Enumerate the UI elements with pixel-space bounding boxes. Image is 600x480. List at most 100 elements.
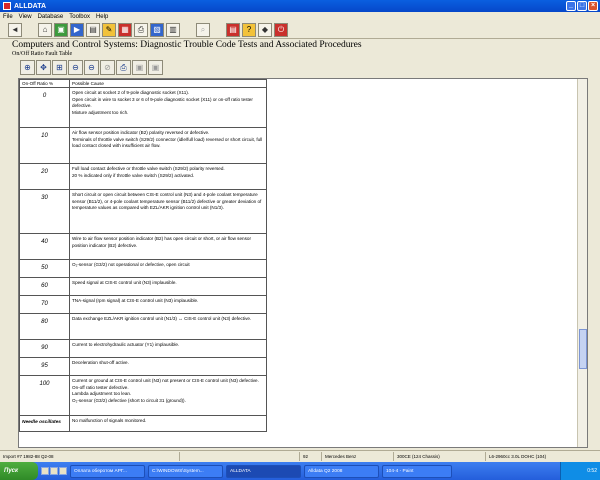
maximize-button[interactable]: □	[577, 1, 587, 11]
explorer-icon[interactable]	[59, 467, 67, 475]
exit-icon[interactable]: ⏻	[274, 23, 288, 37]
task-item-4[interactable]: 104-4 - Paint	[382, 464, 452, 478]
zoom-out-icon[interactable]: ⊖	[68, 60, 83, 75]
table-row: 95 Deceleration shut-off active.	[19, 357, 267, 376]
header-cause: Possible Cause	[69, 79, 267, 88]
ratio-cell: 10	[19, 127, 70, 164]
desktop-icon[interactable]	[41, 467, 49, 475]
status-year: 92	[300, 451, 322, 461]
document-toolbar: ⊕ ✥ ⊞ ⊖ ⊖ ⊘ ⎙ ▣ ▣	[20, 60, 163, 76]
copy-icon[interactable]: ▣	[132, 60, 147, 75]
clock: 0:52	[587, 468, 597, 474]
estimate-icon[interactable]: ▤	[226, 23, 240, 37]
task-item-0[interactable]: Оплата оберотом АРГ...	[70, 464, 145, 478]
start-button[interactable]: Пуск	[0, 462, 38, 480]
ratio-cell: 20	[19, 163, 70, 190]
cause-line: Data exchange EZL/AKR ignition control u…	[72, 316, 252, 321]
task-item-alldata[interactable]: ALLDATA	[226, 464, 301, 478]
table-row: 40 Wire to air flow sensor position indic…	[19, 233, 267, 260]
cause-cell: Short circuit or open circuit between CI…	[69, 189, 267, 234]
book-icon[interactable]: ▦	[118, 23, 132, 37]
table-row: 10 Air flow sensor position indicator (B2…	[19, 127, 267, 164]
table-icon[interactable]: ▥	[166, 23, 180, 37]
menu-database[interactable]: Database	[38, 14, 64, 20]
zoom-in-icon[interactable]: ⊕	[20, 60, 35, 75]
document-view[interactable]: On-Off Ratio % Possible Cause 0 Open circ…	[18, 78, 588, 448]
cause-line: No malfunction of signals monitored.	[72, 418, 147, 423]
status-make: Mercedes Benz	[322, 451, 394, 461]
table-row: 50 O₂-sensor (G3/2) not operational or de…	[19, 259, 267, 278]
page-header: Computers and Control Systems: Diagnosti…	[12, 40, 592, 57]
save-icon[interactable]: ▣	[148, 60, 163, 75]
fault-table: On-Off Ratio % Possible Cause 0 Open circ…	[19, 79, 267, 432]
ratio-cell: 50	[19, 259, 70, 278]
ratio-cell: 30	[19, 189, 70, 234]
menu-view[interactable]: View	[19, 14, 32, 20]
status-database: Import #7 1982-88 Q2-08	[0, 451, 180, 461]
zoom-window-icon[interactable]: ⊞	[52, 60, 67, 75]
status-bar: Import #7 1982-88 Q2-08 92 Mercedes Benz…	[0, 450, 600, 461]
scroll-thumb[interactable]	[579, 329, 587, 369]
title-bar[interactable]: ALLDATA _ □ ×	[0, 0, 600, 12]
back-icon[interactable]: ◄	[8, 23, 22, 37]
menu-file[interactable]: File	[3, 14, 13, 20]
task-item-3[interactable]: Alldata Q2 2008	[304, 464, 379, 478]
table-row: 100 Current or ground at CIS-E control un…	[19, 375, 267, 416]
home-icon[interactable]: ⌂	[38, 23, 52, 37]
task-item-1[interactable]: C:\WINDOWS\System...	[148, 464, 223, 478]
zoom-fit-icon[interactable]: ⊖	[84, 60, 99, 75]
cause-line: Current to electrohydraulic actuator (Y1…	[72, 342, 180, 347]
cause-line: Current or ground at CIS-E control unit …	[72, 378, 259, 383]
notes-icon[interactable]: ✎	[102, 23, 116, 37]
vehicle-icon[interactable]: ▣	[54, 23, 68, 37]
menu-bar: File View Database Toolbox Help	[0, 12, 600, 22]
cause-line: Wire to air flow sensor position indicat…	[72, 236, 251, 248]
page-title: Computers and Control Systems: Diagnosti…	[12, 40, 362, 50]
minimize-button[interactable]: _	[566, 1, 576, 11]
print-icon[interactable]: ⎙	[134, 23, 148, 37]
cause-line: Open circuit in wire to socket 3 or 6 of…	[72, 96, 253, 109]
tools-icon[interactable]: ◆	[258, 23, 272, 37]
cause-line: Mixture adjustment too rich.	[72, 109, 129, 115]
table-row: 30 Short circuit or open circuit between …	[19, 189, 267, 234]
cause-cell: Deceleration shut-off active.	[69, 357, 267, 376]
table-row: 80 Data exchange EZL/AKR ignition control…	[19, 313, 267, 340]
main-toolbar: ◄ ⌂ ▣ ▶ ▤ ✎ ▦ ⎙ ▧ ▥ ⌕ ▤ ? ◆ ⏻	[0, 22, 600, 39]
list-icon[interactable]: ▤	[86, 23, 100, 37]
table-row: 70 TNA-signal (rpm signal) at CIS-E contr…	[19, 295, 267, 314]
menu-help[interactable]: Help	[96, 14, 108, 20]
ratio-cell: 40	[19, 233, 70, 260]
page-subtitle: On/Off Ratio Fault Table	[12, 51, 73, 57]
pan-icon[interactable]: ✥	[36, 60, 51, 75]
ratio-cell: 90	[19, 339, 70, 358]
cause-line: O₂-sensor (G3/2) defective (short to cir…	[72, 397, 186, 403]
cause-cell: Current to electrohydraulic actuator (Y1…	[69, 339, 267, 358]
cause-cell: TNA-signal (rpm signal) at CIS-E control…	[69, 295, 267, 314]
window-controls: _ □ ×	[566, 1, 598, 11]
system-tray: 0:52	[560, 462, 600, 480]
search-icon[interactable]: ⌕	[196, 23, 210, 37]
status-blank	[180, 451, 300, 461]
zoom-reset-icon[interactable]: ⊘	[100, 60, 115, 75]
table-row: 0 Open circuit at socket 2 of 9-pole diag…	[19, 87, 267, 128]
help-icon[interactable]: ?	[242, 23, 256, 37]
cause-line: Full load contact defective or throttle …	[72, 166, 225, 171]
header-ratio: On-Off Ratio %	[19, 79, 70, 88]
diagram-icon[interactable]: ▧	[150, 23, 164, 37]
cause-cell: O₂-sensor (G3/2) not operational or defe…	[69, 259, 267, 278]
navigate-icon[interactable]: ▶	[70, 23, 84, 37]
app-icon	[3, 2, 11, 10]
ratio-cell: 95	[19, 357, 70, 376]
alldata-window: ALLDATA _ □ × File View Database Toolbox…	[0, 0, 600, 480]
cause-cell: Wire to air flow sensor position indicat…	[69, 233, 267, 260]
ratio-cell: 0	[19, 87, 70, 128]
print-page-icon[interactable]: ⎙	[116, 60, 131, 75]
close-button[interactable]: ×	[588, 1, 598, 11]
table-row: 60 Speed signal at CIS-E control unit (N3…	[19, 277, 267, 296]
menu-toolbox[interactable]: Toolbox	[69, 14, 90, 20]
vertical-scrollbar[interactable]	[577, 79, 587, 447]
browser-icon[interactable]	[50, 467, 58, 475]
ratio-cell: 80	[19, 313, 70, 340]
cause-cell: Data exchange EZL/AKR ignition control u…	[69, 313, 267, 340]
ratio-cell: 70	[19, 295, 70, 314]
